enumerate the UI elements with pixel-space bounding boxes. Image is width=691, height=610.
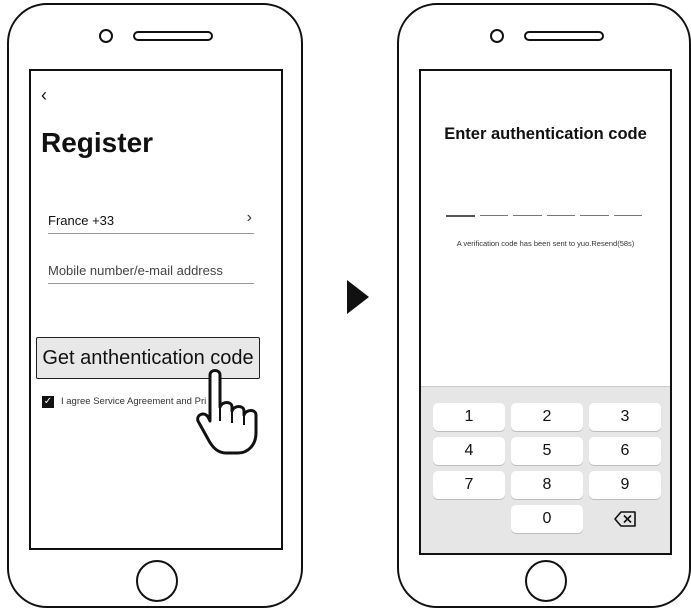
key-1[interactable]: 1	[433, 403, 505, 431]
key-8[interactable]: 8	[511, 471, 583, 499]
key-3[interactable]: 3	[589, 403, 661, 431]
backspace-icon	[614, 510, 636, 527]
phone-register: ‹ Register France +33 › Get anthenticati…	[7, 3, 303, 608]
camera-dot	[99, 29, 113, 43]
auth-title: Enter authentication code	[444, 125, 647, 143]
code-slot	[479, 215, 508, 216]
key-7[interactable]: 7	[433, 471, 505, 499]
speaker-slot	[133, 31, 213, 41]
camera-dot	[490, 29, 504, 43]
phone-authentication: Enter authentication code A verification…	[397, 3, 691, 608]
code-slot	[613, 215, 642, 216]
home-button	[136, 560, 178, 602]
code-slot	[446, 215, 475, 217]
code-slot	[580, 215, 609, 216]
authentication-screen: Enter authentication code A verification…	[419, 69, 672, 555]
key-0[interactable]: 0	[511, 505, 583, 533]
speaker-slot	[524, 31, 604, 41]
agreement-label: I agree Service Agreement and Pri	[61, 396, 207, 407]
pointing-hand-icon	[196, 369, 258, 455]
country-code-label: France +33	[48, 213, 115, 228]
back-chevron-icon[interactable]: ‹	[41, 85, 47, 106]
play-arrow-icon	[347, 280, 369, 314]
register-screen: ‹ Register France +33 › Get anthenticati…	[29, 69, 283, 550]
key-5[interactable]: 5	[511, 437, 583, 465]
page-title: Register	[41, 127, 154, 158]
country-selector[interactable]: France +33 ›	[48, 209, 254, 234]
code-slot	[546, 215, 575, 216]
backspace-key[interactable]	[589, 505, 661, 533]
key-6[interactable]: 6	[589, 437, 661, 465]
code-input-slots[interactable]	[446, 215, 642, 219]
verification-message: A verification code has been sent to yuo…	[456, 239, 635, 248]
home-button	[525, 560, 567, 602]
code-slot	[513, 215, 542, 216]
chevron-right-icon: ›	[246, 209, 252, 226]
key-9[interactable]: 9	[589, 471, 661, 499]
key-4[interactable]: 4	[433, 437, 505, 465]
mobile-email-input[interactable]	[48, 257, 254, 284]
agree-checkbox[interactable]: ✓	[42, 396, 54, 408]
numeric-keypad: 1 2 3 4 5 6 7 8 9 0	[421, 386, 670, 553]
key-2[interactable]: 2	[511, 403, 583, 431]
